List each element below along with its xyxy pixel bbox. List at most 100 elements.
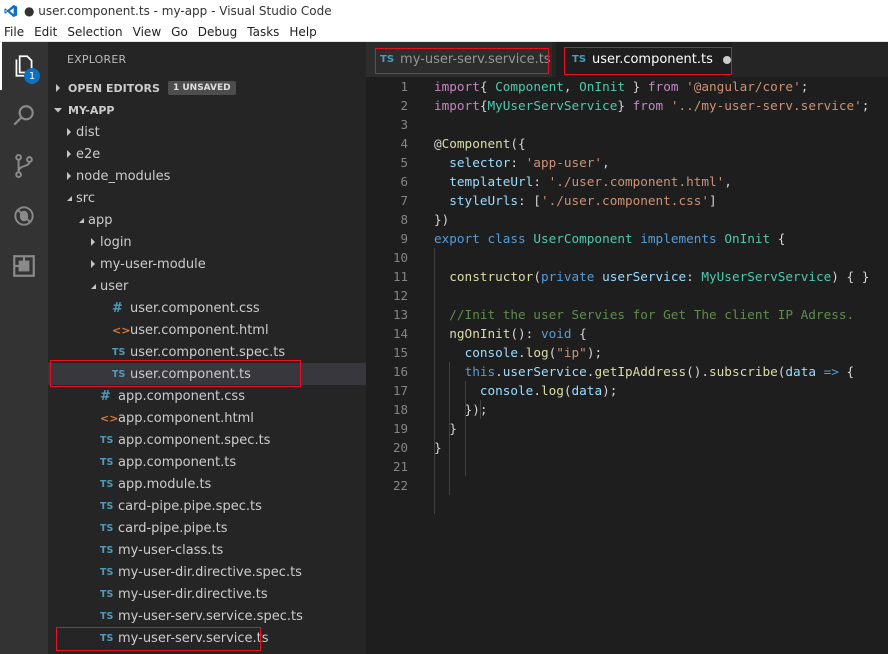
tree-file[interactable]: TS card-pipe.pipe.ts — [48, 517, 366, 539]
code-content[interactable]: import{ Component, OnInit } from '@angul… — [434, 77, 888, 654]
tree-item-label: my-user-class.ts — [118, 542, 224, 558]
code-token: }); — [464, 402, 488, 417]
typescript-file-icon: TS — [100, 478, 114, 490]
tree-file[interactable]: TS my-user-serv.service.spec.ts — [48, 605, 366, 627]
tree-file[interactable]: <> app.component.html — [48, 407, 366, 429]
source-control-icon[interactable] — [0, 142, 48, 190]
chevron-down-icon[interactable] — [86, 275, 100, 297]
debug-icon[interactable] — [0, 192, 48, 240]
tree-file[interactable]: TS user.component.spec.ts — [48, 341, 366, 363]
code-token: 'app-user' — [525, 155, 603, 170]
code-token: @ — [434, 136, 442, 151]
tree-folder[interactable]: node_modules — [48, 165, 366, 187]
code-token: , — [563, 79, 580, 94]
typescript-file-icon: TS — [380, 54, 395, 65]
unsaved-dot-icon[interactable] — [722, 55, 731, 64]
menu-debug[interactable]: Debug — [193, 25, 242, 39]
code-token: }) — [434, 212, 450, 227]
tree-file[interactable]: TS my-user-dir.directive.spec.ts — [48, 561, 366, 583]
chevron-right-icon — [48, 84, 68, 92]
code-token: } — [625, 79, 648, 94]
tree-item-label: my-user-dir.directive.spec.ts — [118, 564, 302, 580]
line-number: 10 — [392, 250, 408, 265]
menu-edit[interactable]: Edit — [29, 25, 62, 39]
menu-help[interactable]: Help — [284, 25, 321, 39]
explorer-icon[interactable]: 1 — [0, 42, 48, 90]
line-number-gutter: 1 2 3 4 5 6 7 8 9 10 11 12 13 14 15 16 17 18 19 20 21 22 — [366, 77, 426, 654]
tree-file[interactable]: TS app.component.ts — [48, 451, 366, 473]
tree-folder[interactable]: login — [48, 231, 366, 253]
tree-item-label: my-user-module — [100, 256, 206, 272]
code-token: } — [449, 421, 457, 436]
code-token: constructor — [449, 269, 534, 284]
tree-folder[interactable]: e2e — [48, 143, 366, 165]
code-token: from — [632, 98, 664, 113]
tree-item-label: app.component.spec.ts — [118, 432, 271, 448]
tree-file[interactable]: TS card-pipe.pipe.spec.ts — [48, 495, 366, 517]
tree-folder[interactable]: app — [48, 209, 366, 231]
chevron-right-icon[interactable] — [86, 231, 100, 253]
menu-go[interactable]: Go — [166, 25, 193, 39]
tree-file[interactable]: TS user.component.ts — [48, 363, 366, 385]
menu-selection[interactable]: Selection — [62, 25, 127, 39]
code-token: data — [571, 383, 603, 398]
tab-my-user-serv-service[interactable]: TS my-user-serv.service.ts — [366, 42, 552, 77]
search-icon[interactable] — [0, 92, 48, 140]
typescript-file-icon: TS — [100, 522, 114, 534]
menu-view[interactable]: View — [128, 25, 166, 39]
chevron-right-icon[interactable] — [62, 121, 76, 143]
line-number: 19 — [392, 421, 408, 436]
tree-file[interactable]: TS my-user-serv.service.ts — [48, 627, 366, 649]
chevron-right-icon[interactable] — [62, 165, 76, 187]
unsaved-badge: 1 UNSAVED — [167, 81, 236, 95]
code-token: { — [479, 79, 496, 94]
code-token: Component — [441, 136, 511, 151]
extensions-icon[interactable] — [0, 242, 48, 290]
chevron-right-icon[interactable] — [62, 143, 76, 165]
editor-tab-bar: TS my-user-serv.service.ts TS user.compo… — [366, 42, 888, 77]
project-header[interactable]: MY-APP — [48, 99, 366, 121]
typescript-file-icon: TS — [100, 434, 114, 446]
tree-file[interactable]: # app.component.css — [48, 385, 366, 407]
tree-item-label: user — [100, 278, 129, 294]
tree-file[interactable]: TS app.module.ts — [48, 473, 366, 495]
tree-file[interactable]: TS app.component.spec.ts — [48, 429, 366, 451]
typescript-file-icon: TS — [100, 632, 114, 644]
tree-folder[interactable]: dist — [48, 121, 366, 143]
tree-item-label: app.module.ts — [118, 476, 212, 492]
open-editors-header[interactable]: OPEN EDITORS 1 UNSAVED — [48, 77, 366, 99]
menu-tasks[interactable]: Tasks — [242, 25, 284, 39]
activity-bar: 1 — [0, 42, 48, 654]
code-token: ) { } — [831, 269, 870, 284]
menu-file[interactable]: File — [0, 25, 29, 39]
code-line: } — [434, 419, 457, 438]
tree-file[interactable]: TS my-user-class.ts — [48, 539, 366, 561]
code-editor[interactable]: 1 2 3 4 5 6 7 8 9 10 11 12 13 14 15 16 17 18 19 20 21 22 impo… — [366, 77, 888, 654]
code-line: console.log("ip"); — [434, 343, 603, 362]
code-line: }); — [434, 400, 488, 419]
tree-folder[interactable]: my-user-module — [48, 253, 366, 275]
tree-folder[interactable]: user — [48, 275, 366, 297]
chevron-down-icon[interactable] — [62, 187, 76, 209]
code-token: ); — [602, 383, 618, 398]
tab-label: user.component.ts — [592, 52, 713, 67]
line-number: 1 — [400, 79, 408, 94]
chevron-right-icon[interactable] — [86, 253, 100, 275]
tree-file[interactable]: <> user.component.html — [48, 319, 366, 341]
tree-item-label: dist — [76, 124, 100, 140]
chevron-down-icon[interactable] — [74, 209, 88, 231]
tree-file[interactable]: TS my-user-dir.directive.ts — [48, 583, 366, 605]
tree-folder[interactable]: src — [48, 187, 366, 209]
code-token: { — [838, 364, 855, 379]
tab-user-component[interactable]: TS user.component.ts — [556, 42, 732, 77]
tree-item-label: user.component.spec.ts — [130, 344, 286, 360]
tree-file[interactable]: # user.component.css — [48, 297, 366, 319]
